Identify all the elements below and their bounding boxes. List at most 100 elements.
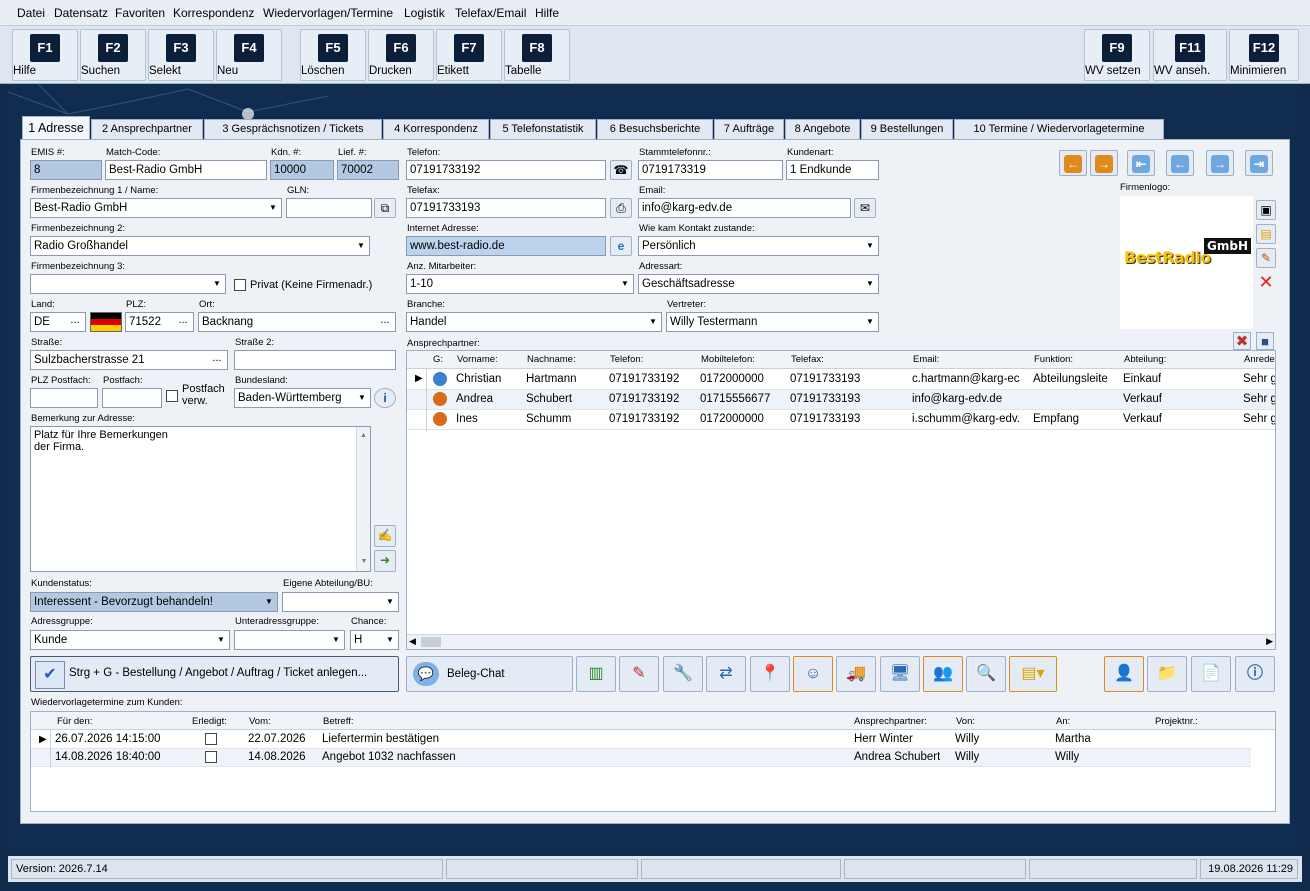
col-fuer-den[interactable]: Für den: — [57, 716, 92, 727]
fax-icon[interactable]: ⎙ — [610, 198, 632, 218]
telefon-field[interactable]: 07191733192 — [406, 160, 606, 180]
tab-korrespondenz[interactable]: 4 Korrespondenz — [383, 119, 489, 139]
table-row[interactable]: ▶ 26.07.2026 14:15:00 22.07.2026 Liefert… — [31, 731, 1251, 749]
mitarbeiter-field[interactable]: 1-10 ▼ — [406, 274, 634, 294]
user-profile-icon[interactable]: 👤 — [1104, 656, 1144, 692]
scroll-thumb[interactable] — [421, 637, 441, 647]
ellipsis-icon[interactable]: ... — [375, 313, 395, 331]
remove-icon[interactable]: ✖ — [1233, 332, 1251, 350]
privat-checkbox[interactable] — [234, 279, 246, 291]
beleg-chat-button[interactable]: 💬 Beleg-Chat — [406, 656, 573, 692]
f6-print-button[interactable]: F6 Drucken — [368, 29, 434, 81]
chevron-down-icon[interactable]: ▼ — [261, 593, 277, 611]
create-order-button[interactable]: ✔ Strg + G - Bestellung / Angebot / Auft… — [30, 656, 399, 692]
chevron-down-icon[interactable]: ▼ — [209, 275, 225, 293]
chevron-down-icon[interactable]: ▼ — [382, 593, 398, 611]
map-pin-icon[interactable]: 📍 — [750, 656, 790, 692]
email-field[interactable]: info@karg-edv.de — [638, 198, 851, 218]
col-mobiltelefon[interactable]: Mobiltelefon: — [701, 354, 755, 365]
write-note-icon[interactable]: ✎ — [619, 656, 659, 692]
vertreter-field[interactable]: Willy Testermann ▼ — [666, 312, 879, 332]
f1-help-button[interactable]: F1 Hilfe — [12, 29, 78, 81]
user-group-icon[interactable]: 👥 — [923, 656, 963, 692]
scroll-right-icon[interactable]: ▶ — [1266, 636, 1273, 647]
network-computer-icon[interactable]: 🖥 — [880, 656, 920, 692]
tab-auftraege[interactable]: 7 Aufträge — [714, 119, 784, 139]
ort-field[interactable]: Backnang... — [198, 312, 396, 332]
internet-field[interactable]: www.best-radio.de — [406, 236, 606, 256]
postfach-verw-checkbox[interactable] — [166, 390, 178, 402]
f9-wv-set-button[interactable]: F9 WV setzen — [1084, 29, 1150, 81]
col-anrede[interactable]: Anrede — [1244, 354, 1275, 365]
folder-dropdown-icon[interactable]: ▤▾ — [1009, 656, 1057, 692]
scroll-left-icon[interactable]: ◀ — [409, 636, 416, 647]
image-icon[interactable]: ▣ — [1256, 200, 1276, 220]
browser-icon[interactable]: e — [610, 236, 632, 256]
chevron-down-icon[interactable]: ▼ — [862, 313, 878, 331]
f8-table-button[interactable]: F8 Tabelle — [504, 29, 570, 81]
ellipsis-icon[interactable]: ... — [173, 313, 193, 331]
first-record-button[interactable]: ⇤ — [1127, 150, 1155, 176]
save-icon[interactable]: ■ — [1256, 332, 1274, 350]
match-code-field[interactable]: Best-Radio GmbH — [105, 160, 267, 180]
prev-record-button[interactable]: ← — [1059, 150, 1087, 176]
contact-folder-icon[interactable]: 📁 — [1147, 656, 1187, 692]
col-email[interactable]: Email: — [913, 354, 939, 365]
tab-termine[interactable]: 10 Termine / Wiedervorlagetermine — [954, 119, 1164, 139]
tools-icon[interactable]: 🔧 — [663, 656, 703, 692]
info-icon[interactable]: ⓘ — [1235, 656, 1275, 692]
f3-select-button[interactable]: F3 Selekt — [148, 29, 214, 81]
telefax-field[interactable]: 07191733193 — [406, 198, 606, 218]
f12-minimize-button[interactable]: F12 Minimieren — [1229, 29, 1299, 81]
kundenstatus-field[interactable]: Interessent - Bevorzugt behandeln! ▼ — [30, 592, 278, 612]
col-telefon[interactable]: Telefon: — [610, 354, 643, 365]
kdn-field[interactable]: 10000 — [270, 160, 334, 180]
f4-new-button[interactable]: F4 Neu — [216, 29, 282, 81]
chevron-down-icon[interactable]: ▼ — [265, 199, 281, 217]
chevron-down-icon[interactable]: ▼ — [328, 631, 344, 649]
tab-telefonstatistik[interactable]: 5 Telefonstatistik — [490, 119, 596, 139]
col-abteilung[interactable]: Abteilung: — [1124, 354, 1166, 365]
f7-label-button[interactable]: F7 Etikett — [436, 29, 502, 81]
phone-dial-icon[interactable]: ☎ — [610, 160, 632, 180]
copy-icon[interactable]: ⧉ — [374, 198, 396, 218]
contacts-h-scrollbar[interactable]: ◀ ▶ — [407, 634, 1275, 649]
firma3-field[interactable]: ▼ — [30, 274, 226, 294]
tab-besuchsberichte[interactable]: 6 Besuchsberichte — [597, 119, 713, 139]
col-nachname[interactable]: Nachname: — [527, 354, 576, 365]
chevron-down-icon[interactable]: ▼ — [353, 237, 369, 255]
insert-text-icon[interactable]: ➜ — [374, 550, 396, 572]
plz-postfach-field[interactable] — [30, 388, 98, 408]
tab-angebote[interactable]: 8 Angebote — [785, 119, 860, 139]
col-an[interactable]: An: — [1056, 716, 1070, 727]
next-record-button[interactable]: → — [1090, 150, 1118, 176]
land-field[interactable]: DE... — [30, 312, 86, 332]
strasse-field[interactable]: Sulzbacherstrasse 21... — [30, 350, 228, 370]
support-agent-icon[interactable]: ☺ — [793, 656, 833, 692]
menu-hilfe[interactable]: Hilfe — [535, 6, 559, 20]
search-document-icon[interactable]: 🔍 — [966, 656, 1006, 692]
last-record-button[interactable]: ⇥ — [1245, 150, 1273, 176]
spellcheck-icon[interactable]: ✍ — [374, 525, 396, 547]
forward-button[interactable]: → — [1206, 150, 1234, 176]
table-row[interactable]: 14.08.2026 18:40:00 14.08.2026 Angebot 1… — [31, 749, 1251, 767]
delete-icon[interactable]: ✕ — [1256, 272, 1276, 292]
gln-field[interactable] — [286, 198, 372, 218]
documents-icon[interactable]: 📄 — [1191, 656, 1231, 692]
erledigt-checkbox[interactable] — [205, 733, 217, 745]
col-vorname[interactable]: Vorname: — [457, 354, 498, 365]
eigene-abteilung-field[interactable]: ▼ — [282, 592, 399, 612]
chevron-down-icon[interactable]: ▼ — [645, 313, 661, 331]
chevron-down-icon[interactable]: ▼ — [862, 237, 878, 255]
delivery-truck-icon[interactable]: 🚚 — [836, 656, 876, 692]
f5-delete-button[interactable]: F5 Löschen — [300, 29, 366, 81]
menu-favoriten[interactable]: Favoriten — [115, 6, 165, 20]
menu-logistik[interactable]: Logistik — [404, 6, 445, 20]
info-icon[interactable]: i — [374, 388, 396, 408]
col-von[interactable]: Von: — [956, 716, 975, 727]
adressart-field[interactable]: Geschäftsadresse ▼ — [638, 274, 879, 294]
binders-icon[interactable]: ▥ — [576, 656, 616, 692]
f11-wv-view-button[interactable]: F11 WV anseh. — [1153, 29, 1227, 81]
firma2-field[interactable]: Radio Großhandel ▼ — [30, 236, 370, 256]
bundesland-field[interactable]: Baden-Württemberg ▼ — [234, 388, 371, 408]
